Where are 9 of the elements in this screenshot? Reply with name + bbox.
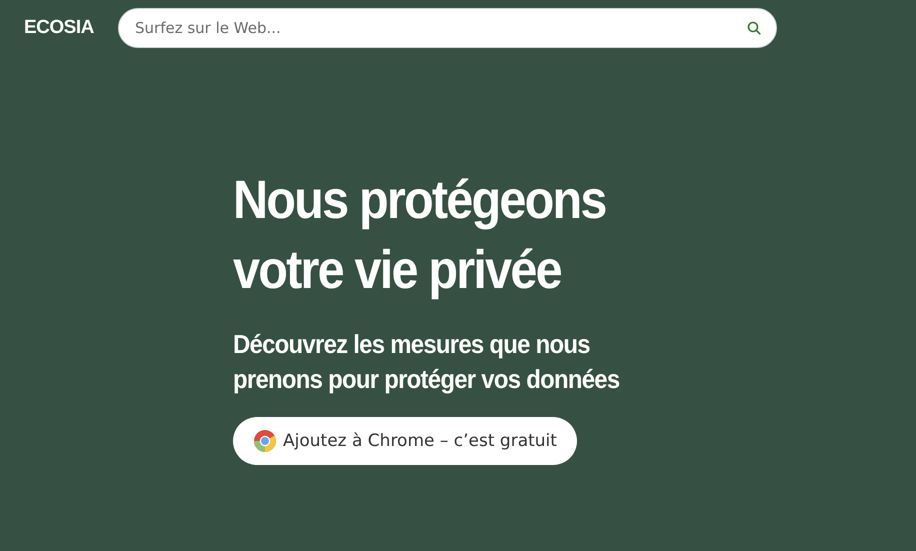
hero-subtitle: Découvrez les mesures que nous — [233, 328, 591, 361]
hero-heading: votre vie privée — [233, 239, 562, 302]
logo[interactable]: ECOSIA — [24, 17, 94, 39]
search-field[interactable]: Surfez sur le Web... — [118, 8, 777, 48]
search-icon[interactable] — [747, 21, 761, 35]
hero-subtitle: prenons pour protéger vos données — [233, 363, 620, 396]
add-to-browser-button[interactable]: Ajoutez à Chrome – c’est gratuit — [233, 417, 577, 465]
hero-heading: Nous protégeons — [233, 169, 606, 232]
browser-icon — [253, 429, 277, 453]
